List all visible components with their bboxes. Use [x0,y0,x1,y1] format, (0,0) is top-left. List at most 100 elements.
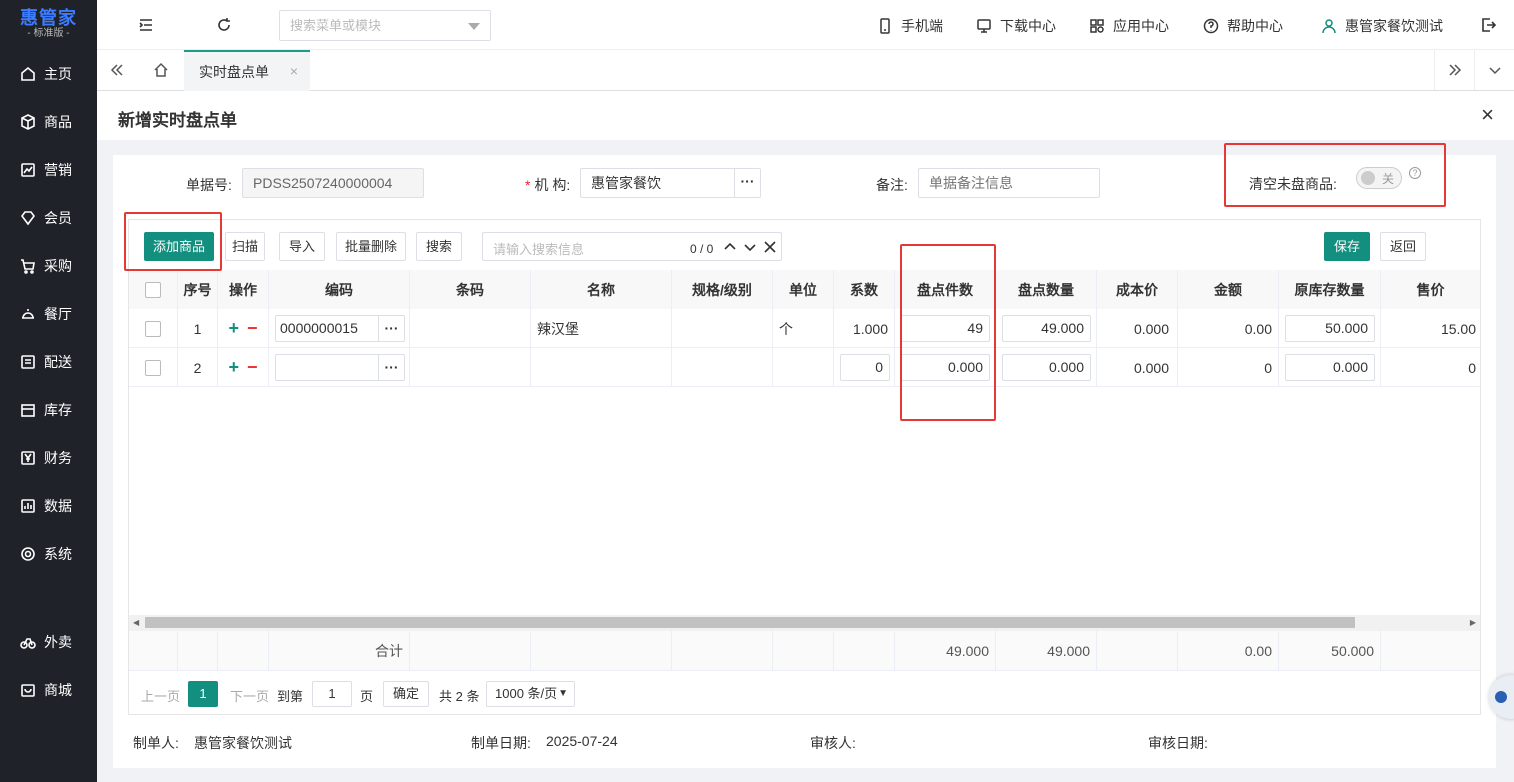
batch-delete-button[interactable]: 批量删除 [336,232,406,261]
header-cell: 成本价 [1097,270,1178,309]
chevron-down-icon[interactable] [743,240,757,254]
orig-qty-input[interactable]: 50.000 [1285,315,1375,342]
sidebar-item-restaurant[interactable]: 餐厅 [0,299,97,329]
next-page-button[interactable]: 下一页 [230,686,269,705]
import-button[interactable]: 导入 [279,232,325,261]
sidebar-item-system[interactable]: 系统 [0,539,97,569]
auditor-label: 审核人: [810,735,856,751]
download-center-link[interactable]: 下载中心 [976,16,1056,36]
remark-input[interactable] [918,168,1100,198]
home-tab-icon[interactable] [141,50,181,90]
user-name: 惠管家餐饮测试 [1345,18,1443,34]
mobile-link[interactable]: 手机端 [877,16,943,36]
download-center-label: 下载中心 [1000,18,1056,34]
chevron-up-icon[interactable] [723,240,737,254]
horizontal-scrollbar[interactable]: ◀ ▶ [129,615,1480,631]
row-orig-qty: 0.000 [1279,348,1381,387]
add-row-icon[interactable]: + [228,318,239,339]
header-cell: 条码 [410,270,531,309]
tab-close-icon[interactable]: × [290,63,298,79]
scroll-right-arrow-icon[interactable]: ▶ [1470,618,1476,627]
scan-button[interactable]: 扫描 [225,232,265,261]
checkbox[interactable] [145,320,161,337]
current-page[interactable]: 1 [188,681,218,707]
header-cell: 名称 [531,270,672,309]
scroll-left-arrow-icon[interactable]: ◀ [133,618,139,627]
logo-main: 惠管家 [20,8,77,28]
tabs-menu-chevron-icon[interactable] [1474,50,1514,90]
help-center-link[interactable]: 帮助中心 [1203,16,1283,36]
sidebar-item-label: 餐厅 [44,306,72,322]
row-count-pieces: 0.000 [895,348,996,387]
clear-uncounted-toggle[interactable]: 关 [1356,167,1402,189]
sidebar-item-delivery[interactable]: 配送 [0,347,97,377]
factor-input[interactable]: 0 [840,354,890,381]
header-select-all[interactable] [129,270,178,309]
add-goods-button[interactable]: 添加商品 [144,232,214,261]
sidebar-item-member[interactable]: 会员 [0,203,97,233]
page-number-input[interactable]: 1 [312,681,352,707]
org-field[interactable]: 惠管家餐饮 ··· [580,168,761,198]
help-icon[interactable]: ? [1409,167,1421,179]
scrollbar-thumb[interactable] [145,617,1355,628]
goods-picker-button[interactable]: ··· [378,316,404,341]
row-spec [672,309,773,348]
menu-search-input[interactable]: 搜索菜单或模块 [279,10,491,41]
sidebar-item-purchase[interactable]: 采购 [0,251,97,281]
totals-cell [178,631,218,671]
back-button[interactable]: 返回 [1380,232,1426,261]
search-button[interactable]: 搜索 [416,232,462,261]
row-cost: 0.000 [1097,348,1178,387]
sidebar-item-inventory[interactable]: 库存 [0,395,97,425]
header-cell: 系数 [834,270,895,309]
remove-row-icon[interactable]: − [247,318,258,339]
sidebar-item-data[interactable]: 数据 [0,491,97,521]
logo: 惠管家 - 标准版 - [0,0,97,48]
sidebar-item-goods[interactable]: 商品 [0,107,97,137]
sidebar-item-mall[interactable]: 商城 [0,675,97,705]
add-row-icon[interactable]: + [228,357,239,378]
row-select[interactable] [129,309,178,348]
count-pieces-input[interactable]: 49 [901,315,990,342]
prev-page-button[interactable]: 上一页 [141,686,180,705]
org-label-text: 机 构: [534,177,571,193]
table-panel: 添加商品 扫描 导入 批量删除 搜索 请输入搜索信息 0 / 0 保存 返回 序… [128,219,1481,715]
creator-label: 制单人: [133,735,179,751]
org-value: 惠管家餐饮 [591,175,661,191]
code-input[interactable]: ··· [275,354,405,381]
table-search-input[interactable]: 请输入搜索信息 0 / 0 [482,232,782,261]
monitor-icon [977,19,991,33]
close-page-icon[interactable]: × [1481,104,1494,126]
logout-icon[interactable] [1478,15,1498,35]
menu-collapse-icon[interactable] [136,15,156,35]
org-label: * 机 构: [525,175,570,195]
checkbox[interactable] [145,281,161,298]
sidebar-item-takeout[interactable]: 外卖 [0,627,97,657]
org-picker-button[interactable]: ··· [734,169,760,197]
remove-row-icon[interactable]: − [247,357,258,378]
sidebar-item-finance[interactable]: 财务 [0,443,97,473]
tabs-scroll-right-icon[interactable] [1434,50,1474,90]
orig-qty-input[interactable]: 0.000 [1285,354,1375,381]
user-menu[interactable]: 惠管家餐饮测试 [1321,16,1443,36]
row-no: 2 [178,348,218,387]
close-icon[interactable] [763,240,777,254]
app-center-link[interactable]: 应用中心 [1089,16,1169,36]
creator-value: 惠管家餐饮测试 [194,735,292,751]
row-barcode [410,309,531,348]
code-input[interactable]: 0000000015 ··· [275,315,405,342]
goods-picker-button[interactable]: ··· [378,355,404,380]
count-pieces-input[interactable]: 0.000 [901,354,990,381]
count-qty-input[interactable]: 0.000 [1002,354,1091,381]
tabs-scroll-left-icon[interactable] [97,50,137,90]
sidebar-item-home[interactable]: 主页 [0,59,97,89]
count-qty-input[interactable]: 49.000 [1002,315,1091,342]
refresh-icon[interactable] [214,15,234,35]
page-size-select[interactable]: 1000 条/页 ▼ [486,681,575,707]
checkbox[interactable] [145,359,161,376]
row-select[interactable] [129,348,178,387]
tab-realtime-stocktake[interactable]: 实时盘点单 × [184,50,310,91]
goto-confirm-button[interactable]: 确定 [383,681,429,707]
save-button[interactable]: 保存 [1324,232,1370,261]
sidebar-item-marketing[interactable]: 营销 [0,155,97,185]
